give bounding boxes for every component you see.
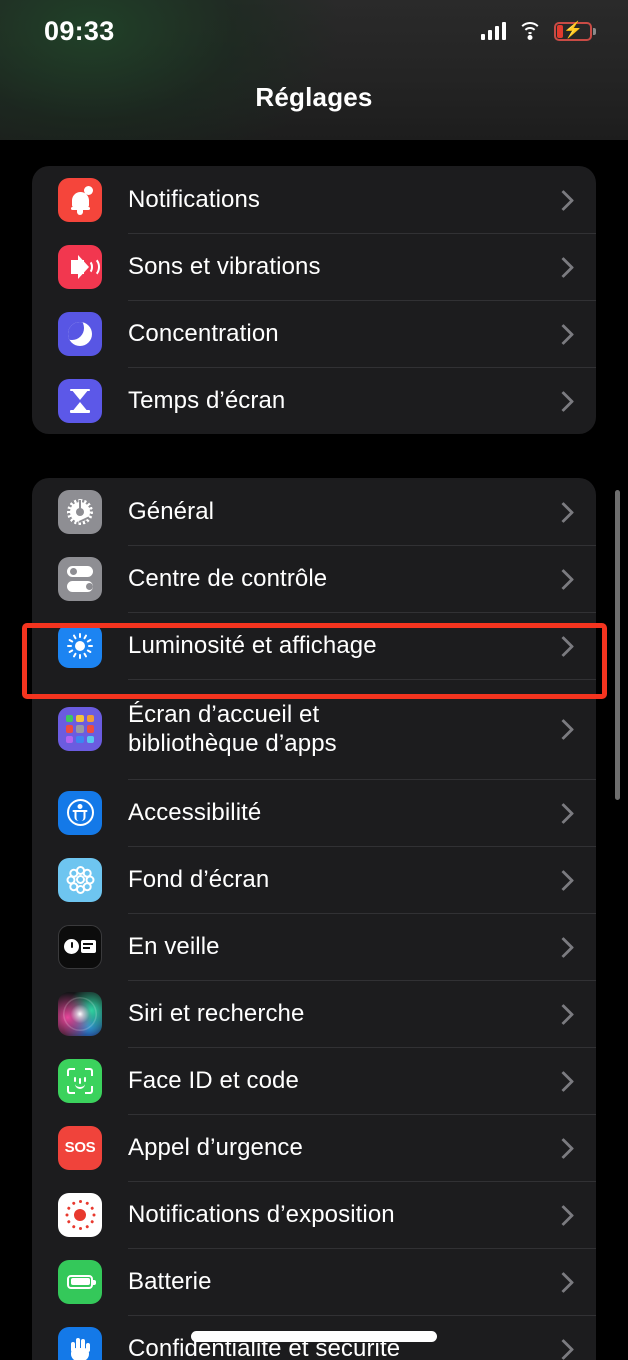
chevron-right-icon xyxy=(554,1205,574,1225)
status-and-nav-header: 09:33 ⚡ Réglages xyxy=(0,0,628,140)
notifications-group: Notifications Sons et vibrations Concentr… xyxy=(32,166,596,434)
chevron-right-icon xyxy=(554,324,574,344)
chevron-right-icon xyxy=(554,719,574,739)
bell-icon xyxy=(58,177,102,222)
toggles-icon xyxy=(58,556,102,601)
settings-row-label: Siri et recherche xyxy=(128,999,305,1027)
settings-row-siri-et-recherche[interactable]: Siri et recherche xyxy=(32,980,596,1047)
chevron-right-icon xyxy=(554,502,574,522)
chevron-right-icon xyxy=(554,1138,574,1158)
chevron-right-icon xyxy=(554,803,574,823)
general-group: Général Centre de contrôle Luminosité et… xyxy=(32,478,596,1360)
settings-row-sons-et-vibrations[interactable]: Sons et vibrations xyxy=(32,233,596,300)
settings-row-label: Appel d’urgence xyxy=(128,1133,303,1161)
status-bar: 09:33 ⚡ xyxy=(0,0,628,62)
settings-row-luminosite-et-affichage[interactable]: Luminosité et affichage xyxy=(32,612,596,679)
settings-row-en-veille[interactable]: En veille xyxy=(32,913,596,980)
chevron-right-icon xyxy=(554,391,574,411)
settings-row-label: Notifications d’exposition xyxy=(128,1200,395,1228)
speaker-icon xyxy=(58,244,102,289)
sos-icon: SOS xyxy=(58,1125,102,1170)
settings-row-centre-de-controle[interactable]: Centre de contrôle xyxy=(32,545,596,612)
settings-row-face-id-et-code[interactable]: Face ID et code xyxy=(32,1047,596,1114)
settings-row-label: Notifications xyxy=(128,185,261,213)
settings-row-notifications[interactable]: Notifications xyxy=(32,166,596,233)
settings-row-general[interactable]: Général xyxy=(32,478,596,545)
settings-row-label: Sons et vibrations xyxy=(128,252,321,280)
settings-row-ecran-daccueil-et-bibliotheque-dapps[interactable]: Écran d’accueil et bibliothèque d’apps xyxy=(32,679,596,779)
vertical-scrollbar[interactable] xyxy=(615,490,620,800)
standby-clock-icon xyxy=(58,924,102,969)
settings-row-label: Fond d’écran xyxy=(128,865,270,893)
settings-row-accessibilite[interactable]: Accessibilité xyxy=(32,779,596,846)
hourglass-icon xyxy=(58,378,102,423)
chevron-right-icon xyxy=(554,569,574,589)
settings-list[interactable]: Notifications Sons et vibrations Concentr… xyxy=(0,140,628,1360)
settings-row-fond-decran[interactable]: Fond d’écran xyxy=(32,846,596,913)
page-title: Réglages xyxy=(255,82,373,112)
settings-row-appel-durgence[interactable]: SOS Appel d’urgence xyxy=(32,1114,596,1181)
exposure-icon xyxy=(58,1192,102,1237)
settings-row-label: Batterie xyxy=(128,1267,212,1295)
settings-row-label: Luminosité et affichage xyxy=(128,631,377,659)
chevron-right-icon xyxy=(554,937,574,957)
flower-icon xyxy=(58,857,102,902)
battery-icon xyxy=(58,1259,102,1304)
settings-row-label: Face ID et code xyxy=(128,1066,299,1094)
battery-charging-low-icon: ⚡ xyxy=(554,21,596,41)
chevron-right-icon xyxy=(554,636,574,656)
settings-row-label: Général xyxy=(128,497,215,525)
wifi-icon xyxy=(518,22,542,40)
settings-row-label: Écran d’accueil et bibliothèque d’apps xyxy=(128,700,337,757)
chevron-right-icon xyxy=(554,1272,574,1292)
brightness-icon xyxy=(58,623,102,668)
chevron-right-icon xyxy=(554,870,574,890)
settings-row-concentration[interactable]: Concentration xyxy=(32,300,596,367)
app-grid-icon xyxy=(58,707,102,751)
settings-row-label: Concentration xyxy=(128,319,279,347)
settings-row-temps-decran[interactable]: Temps d’écran xyxy=(32,367,596,434)
chevron-right-icon xyxy=(554,1071,574,1091)
gear-icon xyxy=(58,489,102,534)
settings-row-notifications-dexposition[interactable]: Notifications d’exposition xyxy=(32,1181,596,1248)
settings-row-label: En veille xyxy=(128,932,220,960)
settings-row-batterie[interactable]: Batterie xyxy=(32,1248,596,1315)
chevron-right-icon xyxy=(554,1339,574,1359)
moon-icon xyxy=(58,311,102,356)
face-id-icon xyxy=(58,1058,102,1103)
settings-row-label: Centre de contrôle xyxy=(128,564,328,592)
status-bar-indicators: ⚡ xyxy=(480,21,596,41)
cellular-signal-icon xyxy=(480,22,506,40)
chevron-right-icon xyxy=(554,190,574,210)
chevron-right-icon xyxy=(554,257,574,277)
settings-row-label: Accessibilité xyxy=(128,798,262,826)
settings-row-label: Temps d’écran xyxy=(128,386,286,414)
chevron-right-icon xyxy=(554,1004,574,1024)
accessibility-icon xyxy=(58,790,102,835)
home-indicator[interactable] xyxy=(191,1331,437,1342)
hand-privacy-icon xyxy=(58,1326,102,1360)
status-bar-clock: 09:33 xyxy=(44,15,115,46)
sos-label: SOS xyxy=(64,1139,96,1156)
siri-orb-icon xyxy=(58,991,102,1036)
